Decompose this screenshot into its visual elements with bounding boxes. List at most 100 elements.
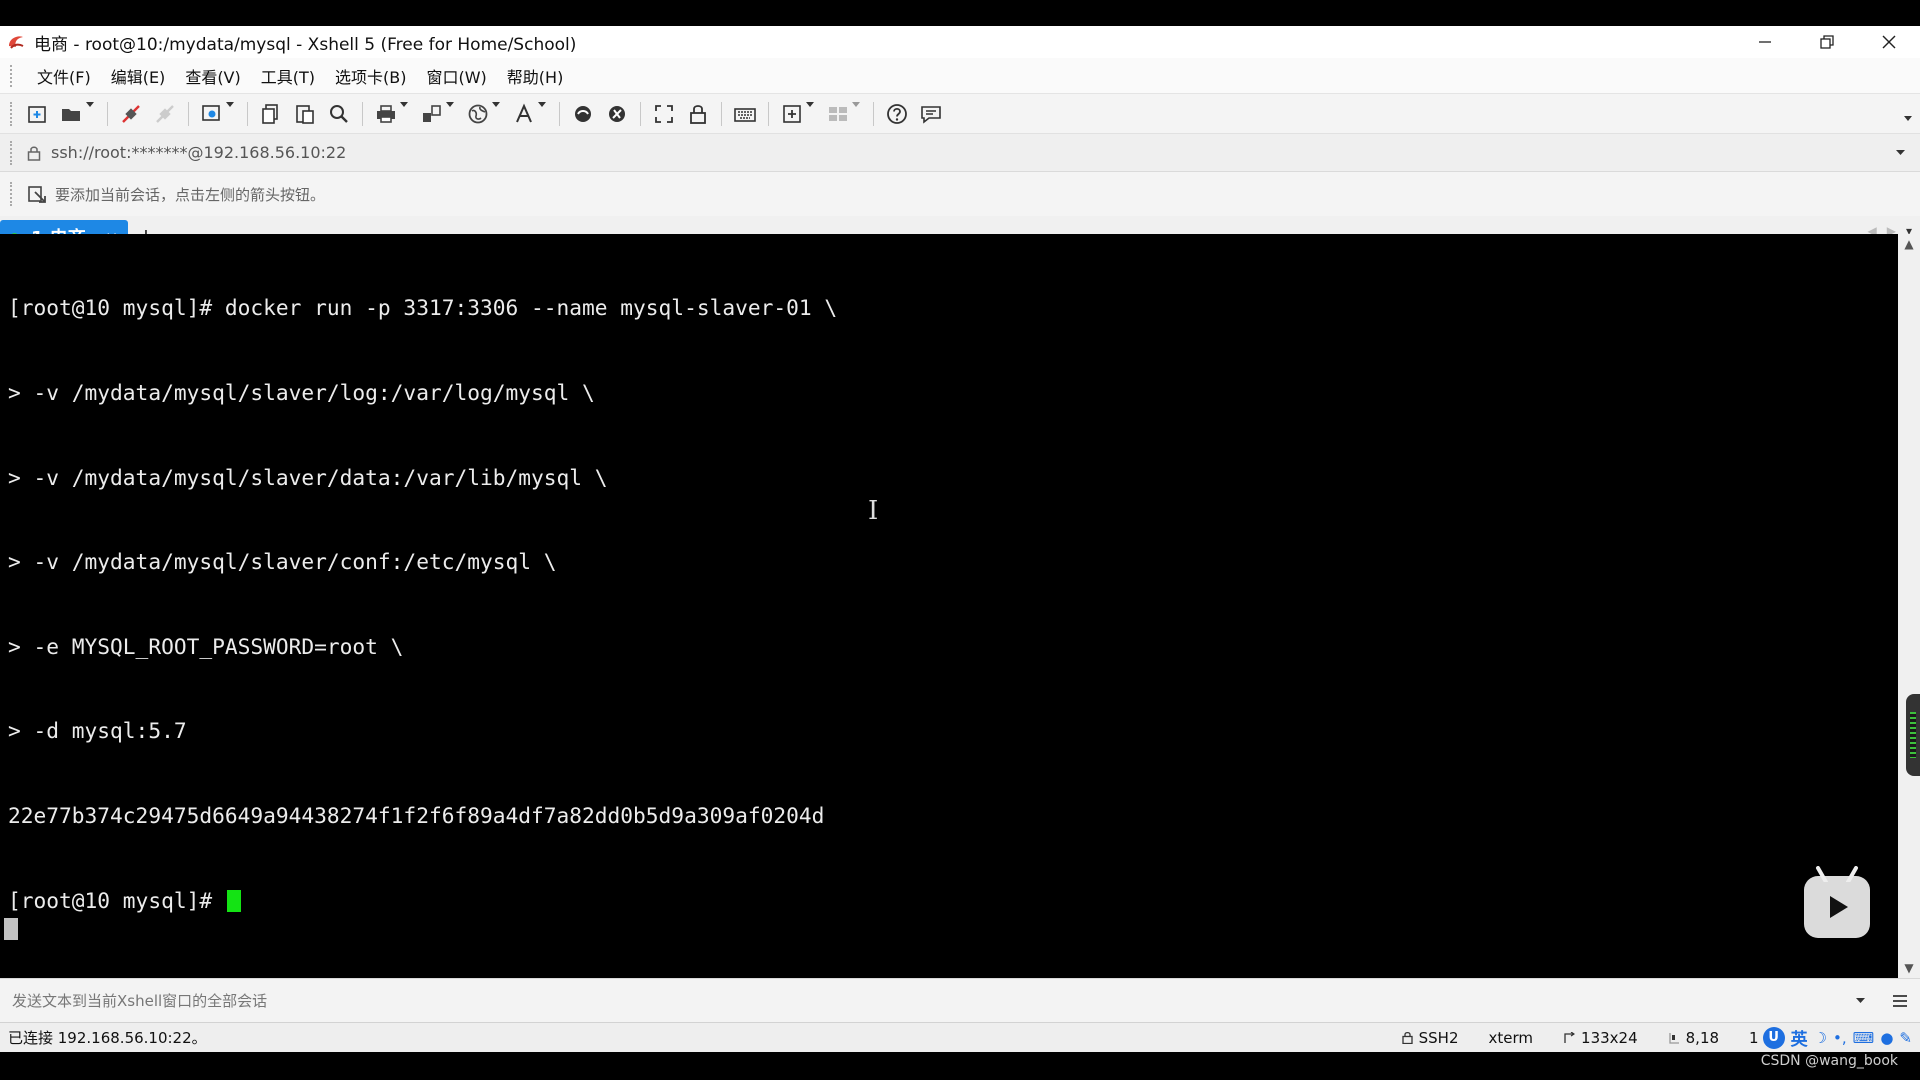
menu-grip[interactable] [10, 64, 13, 87]
ime-user-icon[interactable]: ● [1880, 1029, 1893, 1047]
xshell-button[interactable] [600, 98, 634, 130]
add-session-arrow-icon[interactable] [27, 184, 47, 204]
globe-icon [468, 104, 488, 123]
play-icon [1830, 896, 1848, 918]
open-button[interactable] [55, 98, 101, 130]
menu-tools[interactable]: 工具(T) [251, 64, 325, 88]
terminal-type-label: xterm [1488, 1028, 1534, 1047]
transfer-button[interactable] [415, 98, 461, 130]
paste-button[interactable] [288, 98, 322, 130]
menu-edit[interactable]: 编辑(E) [101, 64, 176, 88]
print-button[interactable] [369, 98, 415, 130]
ime-moon-icon[interactable]: ☽ [1814, 1029, 1827, 1047]
chevron-down-icon [1904, 116, 1912, 121]
terminal-area[interactable]: [root@10 mysql]# docker run -p 3317:3306… [0, 234, 1920, 978]
ime-punctuation-icon[interactable]: •, [1833, 1029, 1847, 1047]
toolbar-separator [768, 101, 769, 126]
chevron-down-icon[interactable] [852, 101, 862, 126]
chat-button[interactable] [914, 98, 948, 130]
terminal-output[interactable]: [root@10 mysql]# docker run -p 3317:3306… [8, 238, 1888, 971]
scroll-down-icon[interactable]: ▼ [1898, 958, 1920, 978]
address-grip[interactable] [10, 140, 13, 165]
ime-settings-icon[interactable]: ✎ [1899, 1029, 1912, 1047]
address-dropdown-button[interactable] [1880, 149, 1920, 156]
ime-language-toggle[interactable]: 英 [1791, 1025, 1808, 1050]
ime-logo-icon[interactable]: U [1762, 1026, 1785, 1049]
terminal-cursor [226, 889, 241, 912]
layout-button[interactable] [821, 98, 867, 130]
chevron-down-icon[interactable] [446, 101, 456, 126]
menu-file[interactable]: 文件(F) [27, 64, 101, 88]
keyboard-button[interactable] [728, 98, 762, 130]
toolbar-separator [247, 101, 248, 126]
toolbar-grip[interactable] [10, 101, 13, 126]
chevron-down-icon[interactable] [226, 101, 236, 126]
help-button[interactable] [880, 98, 914, 130]
toolbar-overflow-button[interactable] [1904, 107, 1912, 127]
find-button[interactable] [322, 98, 356, 130]
watermark-text: CSDN @wang_book [1760, 1053, 1898, 1069]
terminal-scrollbar[interactable]: ▲ ▼ [1898, 234, 1920, 978]
toolbar-separator [107, 101, 108, 126]
chevron-down-icon[interactable] [492, 101, 502, 126]
fullscreen-button[interactable] [647, 98, 681, 130]
help-icon [887, 103, 907, 124]
ime-toolbar: U 英 ☽ •, ⌨ ● ✎ [1762, 1025, 1912, 1050]
lock-icon [1401, 1031, 1413, 1044]
menu-help[interactable]: 帮助(H) [497, 64, 574, 88]
chevron-down-icon[interactable] [86, 101, 96, 126]
sessions-status: 1 [1749, 1029, 1759, 1047]
xftp-button[interactable] [566, 98, 600, 130]
scrollbar-thumb[interactable] [4, 918, 18, 940]
scroll-up-icon[interactable]: ▲ [1898, 234, 1920, 254]
side-panel-handle[interactable] [1906, 694, 1920, 776]
send-bar: 发送文本到当前Xshell窗口的全部会话 [0, 978, 1920, 1022]
terminal-line: > -v /mydata/mysql/slaver/log:/var/log/m… [8, 380, 595, 405]
close-icon [1882, 35, 1896, 49]
minimize-button[interactable] [1734, 26, 1796, 58]
title-bar: 电商 - root@10:/mydata/mysql - Xshell 5 (F… [0, 26, 1920, 58]
terminal-prompt: [root@10 mysql]# [8, 887, 225, 913]
connect-button[interactable] [114, 98, 148, 130]
address-input[interactable]: ssh://root:*******@192.168.56.10:22 [51, 143, 1880, 162]
properties-button[interactable] [195, 98, 241, 130]
fullscreen-icon [655, 104, 673, 123]
chevron-down-icon[interactable] [538, 101, 548, 126]
copy-button[interactable] [254, 98, 288, 130]
open-folder-icon [62, 108, 80, 121]
restore-button[interactable] [1796, 26, 1858, 58]
new-session-button[interactable] [21, 98, 55, 130]
terminal-size-label: 133x24 [1581, 1028, 1638, 1047]
bottom-black-margin [0, 1052, 1920, 1080]
resize-icon [1564, 1031, 1576, 1043]
layout-icon [829, 106, 847, 121]
terminal-line: [root@10 mysql]# docker run -p 3317:3306… [8, 295, 838, 321]
send-menu-button[interactable] [1880, 994, 1920, 1008]
session-hint-bar: 要添加当前会话，点击左侧的箭头按钮。 [0, 172, 1920, 216]
compose-button[interactable] [775, 98, 821, 130]
hamburger-menu-icon [1893, 994, 1907, 1007]
terminal-line: > -e MYSQL_ROOT_PASSWORD=root \ [8, 633, 404, 659]
disconnect-icon [156, 104, 174, 123]
font-button[interactable] [507, 98, 553, 130]
chevron-down-icon [1855, 997, 1865, 1003]
cursor-position-label: 8,18 [1685, 1028, 1720, 1047]
ime-keyboard-icon[interactable]: ⌨ [1853, 1029, 1875, 1047]
send-dropdown-button[interactable] [1840, 997, 1880, 1004]
toolbar-separator [559, 101, 560, 126]
video-play-button[interactable] [1804, 876, 1870, 938]
close-button[interactable] [1858, 26, 1920, 58]
terminal-line: > -v /mydata/mysql/slaver/data:/var/lib/… [8, 464, 608, 490]
chevron-down-icon[interactable] [400, 101, 410, 126]
disconnect-button[interactable] [148, 98, 182, 130]
xftp-icon [575, 105, 591, 122]
chevron-down-icon[interactable] [806, 101, 816, 126]
menu-window[interactable]: 窗口(W) [416, 64, 496, 88]
menu-tabs[interactable]: 选项卡(B) [325, 64, 416, 88]
hint-grip[interactable] [10, 182, 13, 206]
lock-button[interactable] [681, 98, 715, 130]
text-cursor-ibeam-icon: I [868, 496, 879, 526]
globe-button[interactable] [461, 98, 507, 130]
menu-view[interactable]: 查看(V) [175, 64, 250, 88]
send-all-sessions-input[interactable]: 发送文本到当前Xshell窗口的全部会话 [0, 990, 1840, 1011]
